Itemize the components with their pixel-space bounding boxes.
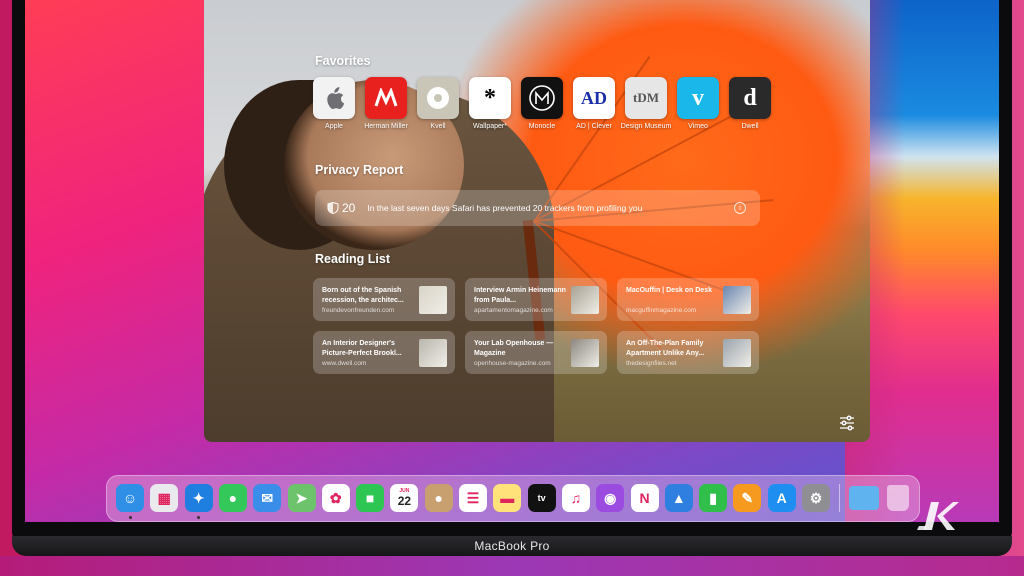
- facetime-dock-icon[interactable]: ■: [356, 484, 385, 512]
- reading-list-grid: Born out of the Spanish recession, the a…: [313, 278, 759, 374]
- contacts-dock-icon[interactable]: ●: [424, 484, 453, 512]
- reading-list-title: MacOuffin | Desk on Desk: [626, 287, 712, 294]
- design-museum-logo-icon: tDM: [625, 77, 667, 119]
- finder-dock-icon[interactable]: ☺: [116, 484, 144, 512]
- privacy-report-heading: Privacy Report: [315, 163, 404, 177]
- reading-list-item[interactable]: An Off-The-Plan Family Apartment Unlike …: [617, 331, 759, 374]
- favorite-label: AD | Clever: [576, 123, 612, 130]
- favorite-label: Vimeo: [688, 123, 708, 130]
- reading-list-item[interactable]: An Interior Designer's Picture-Perfect B…: [313, 331, 455, 374]
- reading-list-title: Born out of the Spanish recession, the a…: [322, 287, 404, 304]
- running-indicator: [128, 516, 132, 519]
- shield-icon: [327, 202, 339, 214]
- mail-dock-icon[interactable]: ✉: [253, 484, 282, 512]
- favorite-label: Herman Miller: [364, 123, 408, 130]
- vimeo-logo-icon: v: [677, 77, 719, 119]
- favorite-item[interactable]: AD AD | Clever: [573, 77, 615, 130]
- ad-clever-logo-icon: AD: [573, 77, 615, 119]
- messages-dock-icon[interactable]: ●: [218, 484, 247, 512]
- maps-dock-icon[interactable]: ➤: [287, 484, 316, 512]
- pages-dock-icon[interactable]: ✎: [733, 484, 762, 512]
- favorites-heading: Favorites: [315, 54, 371, 68]
- reading-list-title: An Off-The-Plan Family Apartment Unlike …: [626, 340, 705, 357]
- kvell-logo-icon: [417, 77, 459, 119]
- dock: ☺ ▦ ✦ ● ✉ ➤ ✿ ■ JUN 22 ● ☰ ▬ tv ♫ ◉ N ▲ ▮ ✎ A ⚙: [106, 475, 920, 522]
- monocle-logo-icon: [521, 77, 563, 119]
- herman-miller-logo-icon: [365, 77, 407, 119]
- apple-tv-dock-icon[interactable]: tv: [527, 484, 556, 512]
- trash-icon[interactable]: [887, 485, 909, 511]
- reading-list-title: Interview Armin Heinemann from Paula...: [474, 287, 566, 304]
- background-photo-person: [204, 80, 554, 442]
- reading-list-title: Your Lab Openhouse — Magazine: [474, 340, 554, 357]
- calendar-dock-icon[interactable]: JUN 22: [390, 484, 419, 512]
- reading-list-url: www.dwell.com: [322, 360, 367, 367]
- desktop: Favorites Apple Herman Miller Kvell * Wallpa…: [25, 0, 999, 522]
- reading-list-heading: Reading List: [315, 252, 391, 266]
- running-indicator: [197, 516, 201, 519]
- notes-dock-icon[interactable]: ▬: [493, 484, 522, 512]
- keynote-dock-icon[interactable]: ▲: [664, 484, 693, 512]
- downloads-folder-icon[interactable]: [849, 486, 879, 510]
- favorite-item[interactable]: Apple: [313, 77, 355, 130]
- reading-list-url: macguffinmagazine.com: [626, 307, 697, 314]
- safari-window: Favorites Apple Herman Miller Kvell * Wallpa…: [204, 0, 870, 442]
- site-watermark-logo: [917, 502, 959, 530]
- favorite-item[interactable]: Monocle: [521, 77, 563, 130]
- dock-separator: [839, 484, 840, 512]
- favorites-grid: Apple Herman Miller Kvell * Wallpaper* Monocl…: [313, 77, 771, 130]
- favorite-item[interactable]: v Vimeo: [677, 77, 719, 130]
- wallpaper-logo-icon: *: [469, 77, 511, 119]
- reading-list-thumbnail: [723, 286, 751, 314]
- favorite-label: Kvell: [430, 123, 446, 130]
- reading-list-thumbnail: [419, 286, 447, 314]
- macbook-pro-label: MacBook Pro: [474, 539, 550, 553]
- launchpad-dock-icon[interactable]: ▦: [150, 484, 179, 512]
- reading-list-item[interactable]: Interview Armin Heinemann from Paula... a…: [465, 278, 607, 321]
- privacy-message: In the last seven days Safari has preven…: [367, 203, 643, 213]
- reading-list-url: thedesignfiles.net: [626, 360, 677, 367]
- reading-list-thumbnail: [723, 339, 751, 367]
- reading-list-thumbnail: [419, 339, 447, 367]
- favorite-item[interactable]: Herman Miller: [364, 77, 408, 130]
- favorite-label: Apple: [325, 123, 343, 130]
- favorite-label: Design Museum: [620, 123, 672, 130]
- reading-list-thumbnail: [571, 339, 599, 367]
- favorite-item[interactable]: tDM Design Museum: [621, 77, 671, 130]
- reading-list-url: openhouse-magazine.com: [474, 360, 551, 367]
- favorite-label: Dwell: [741, 123, 759, 130]
- reading-list-item[interactable]: MacOuffin | Desk on Desk macguffinmagazin…: [617, 278, 759, 321]
- reading-list-item[interactable]: Your Lab Openhouse — Magazine openhouse-m…: [465, 331, 607, 374]
- numbers-dock-icon[interactable]: ▮: [699, 484, 728, 512]
- trackers-count: 20: [342, 201, 356, 215]
- safari-dock-icon[interactable]: ✦: [184, 484, 213, 512]
- apple-logo-icon: [313, 77, 355, 119]
- info-icon[interactable]: i: [734, 202, 746, 214]
- app-store-dock-icon[interactable]: A: [767, 484, 796, 512]
- reading-list-item[interactable]: Born out of the Spanish recession, the a…: [313, 278, 455, 321]
- favorite-item[interactable]: * Wallpaper*: [469, 77, 511, 130]
- photos-dock-icon[interactable]: ✿: [321, 484, 350, 512]
- system-preferences-dock-icon[interactable]: ⚙: [802, 484, 830, 512]
- privacy-report-card[interactable]: 20 In the last seven days Safari has pre…: [315, 190, 760, 226]
- reading-list-url: freundevonfreunden.com: [322, 307, 395, 314]
- dwell-logo-icon: d: [729, 77, 771, 119]
- reminders-dock-icon[interactable]: ☰: [459, 484, 487, 512]
- favorite-item[interactable]: d Dwell: [729, 77, 771, 130]
- favorite-label: Wallpaper*: [473, 123, 507, 130]
- customize-start-page-icon[interactable]: [838, 414, 856, 432]
- favorite-label: Monocle: [528, 123, 556, 130]
- reading-list-title: An Interior Designer's Picture-Perfect B…: [322, 340, 402, 357]
- reading-list-thumbnail: [571, 286, 599, 314]
- favorite-item[interactable]: Kvell: [417, 77, 459, 130]
- reading-list-url: apartamentomagazine.com: [474, 307, 553, 314]
- podcasts-dock-icon[interactable]: ◉: [596, 484, 625, 512]
- music-dock-icon[interactable]: ♫: [561, 484, 590, 512]
- news-dock-icon[interactable]: N: [630, 484, 659, 512]
